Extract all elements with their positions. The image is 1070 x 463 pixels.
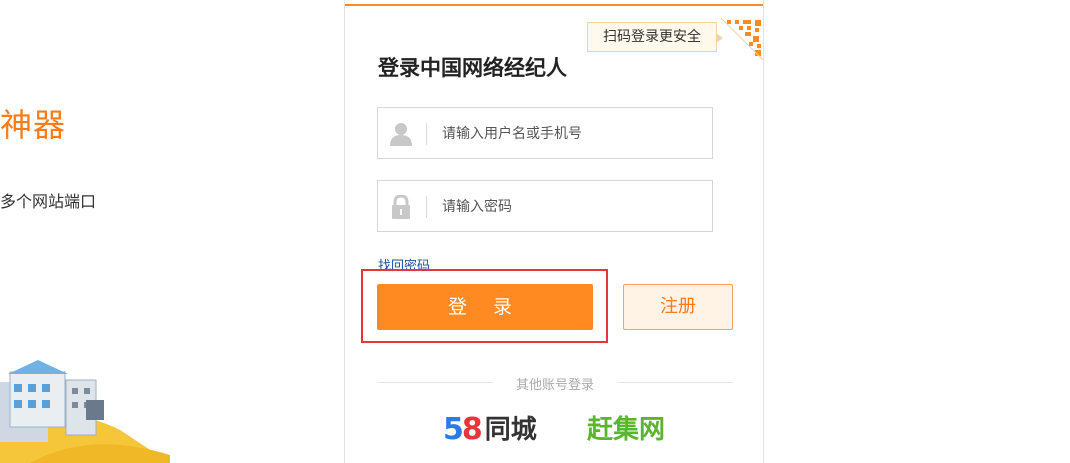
building-illustration xyxy=(0,360,170,463)
login-title: 登录中国网络经纪人 xyxy=(378,56,567,80)
58-logo-digit-5: 5 xyxy=(443,412,464,447)
qr-code-icon[interactable] xyxy=(721,18,763,60)
panel-accent-bar xyxy=(345,4,763,6)
username-input[interactable] xyxy=(442,118,702,150)
password-field[interactable] xyxy=(377,180,713,232)
promo-subtitle: 多个网站端口 xyxy=(0,192,97,211)
qr-login-tip[interactable]: 扫码登录更安全 xyxy=(587,22,723,52)
register-button[interactable]: 注册 xyxy=(623,284,733,330)
other-accounts-label: 其他账号登录 xyxy=(515,378,594,393)
field-separator xyxy=(426,196,427,218)
login-button[interactable]: 登 录 xyxy=(377,284,593,330)
login-panel: 扫码登录更安全 登录中国网络经纪人 找回密码 登 录 注册 xyxy=(344,0,764,463)
promo-title: 神器 xyxy=(0,106,67,144)
divider-left xyxy=(377,382,493,383)
58-tongcheng-login[interactable]: 5 8 同城 xyxy=(443,412,537,448)
username-field[interactable] xyxy=(377,107,713,159)
lock-icon xyxy=(392,195,410,219)
field-separator xyxy=(426,123,427,145)
58-logo-text: 同城 xyxy=(484,415,537,445)
ganji-login[interactable]: 赶集网 xyxy=(587,412,665,448)
password-input[interactable] xyxy=(442,191,702,223)
58-logo-digit-8: 8 xyxy=(461,412,483,447)
user-icon xyxy=(390,123,412,146)
divider-right xyxy=(617,382,733,383)
